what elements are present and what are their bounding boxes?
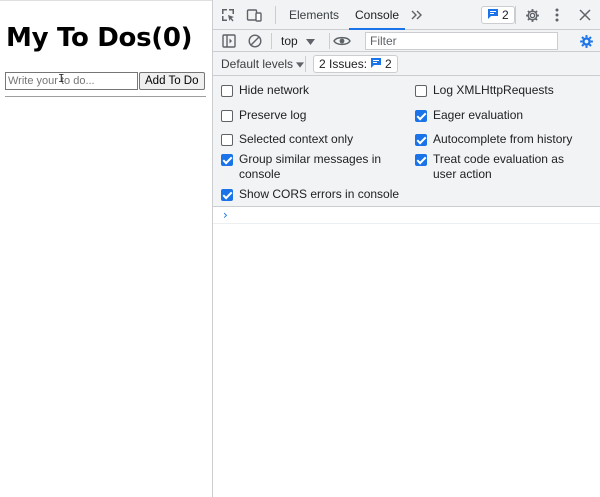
console-levels-bar: Default levels 2 Issues: 2 [213,52,600,76]
todo-input[interactable] [5,72,138,90]
issues-count: 2 [385,57,392,71]
clear-console-icon[interactable] [246,32,264,50]
text-cursor-icon: I [58,72,65,85]
setting-label: Treat code evaluation as user action [433,152,564,181]
checkbox[interactable] [221,85,233,97]
eye-icon[interactable] [331,32,353,50]
setting-label: Hide network [239,83,310,97]
close-icon[interactable] [576,6,594,24]
checkbox[interactable] [221,134,233,146]
add-todo-button[interactable]: Add To Do [139,72,205,90]
checkbox[interactable] [415,154,427,166]
levels-label: Default levels [221,57,294,71]
setting-selected-context-only[interactable]: Selected context only [221,132,411,147]
console-prompt-icon: › [223,208,228,222]
issues-badge[interactable]: 2 [481,6,515,24]
gear-icon[interactable] [523,6,541,24]
separator [329,33,330,49]
issues-badge-count: 2 [502,8,509,22]
separator [275,6,276,24]
setting-treat-code-evaluation[interactable]: Treat code evaluation as user action [415,152,585,182]
dropdown-arrow-icon [305,34,315,48]
context-selector[interactable]: top [281,30,315,52]
checkbox[interactable] [415,110,427,122]
filter-input[interactable] [365,32,558,50]
setting-group-similar[interactable]: Group similar messages in console [221,152,391,182]
checkbox[interactable] [415,134,427,146]
issues-label: 2 Issues: [319,57,368,71]
setting-show-cors-errors[interactable]: Show CORS errors in console [221,187,411,202]
inspect-element-icon[interactable] [219,6,237,24]
more-options-icon[interactable] [550,6,564,24]
sidebar-toggle-icon[interactable] [220,32,238,50]
setting-label: Show CORS errors in console [239,187,400,201]
checkbox[interactable] [221,189,233,201]
setting-label: Group similar messages in console [239,152,382,181]
console-settings-panel: Hide network Preserve log Selected conte… [213,76,600,207]
device-toolbar-icon[interactable] [245,6,263,24]
setting-autocomplete-history[interactable]: Autocomplete from history [415,132,595,147]
setting-label: Preserve log [239,108,307,122]
setting-label: Selected context only [239,132,354,146]
devtools-panel: Elements Console 2 top Filter Default le… [212,0,600,497]
issues-chip[interactable]: 2 Issues: 2 [313,55,398,73]
setting-log-xmlhttprequests[interactable]: Log XMLHttpRequests [415,83,595,98]
more-tabs-icon[interactable] [409,6,425,24]
console-prompt-line[interactable] [213,206,600,224]
devtools-tabbar: Elements Console 2 [213,0,600,30]
checkbox[interactable] [221,110,233,122]
separator [271,33,272,49]
dropdown-arrow-icon [296,57,305,71]
page-title: My To Dos(0) [6,23,193,53]
setting-preserve-log[interactable]: Preserve log [221,108,411,123]
console-toolbar: top [213,30,600,52]
tab-console[interactable]: Console [349,0,406,30]
app-page: My To Dos(0) Add To Do I [0,0,212,497]
message-icon [370,57,382,72]
message-icon [487,8,499,23]
tab-elements[interactable]: Elements [289,0,339,30]
log-levels-dropdown[interactable]: Default levels [221,52,305,76]
todo-form: Add To Do [5,72,205,90]
setting-label: Eager evaluation [433,108,524,122]
setting-eager-evaluation[interactable]: Eager evaluation [415,108,595,123]
divider [5,96,206,97]
setting-label: Autocomplete from history [433,132,573,146]
context-label: top [281,34,298,48]
separator [515,6,516,24]
checkbox[interactable] [221,154,233,166]
setting-hide-network[interactable]: Hide network [221,83,411,98]
checkbox[interactable] [415,85,427,97]
console-settings-gear-icon[interactable] [577,32,595,50]
separator [305,56,306,72]
setting-label: Log XMLHttpRequests [433,83,554,97]
